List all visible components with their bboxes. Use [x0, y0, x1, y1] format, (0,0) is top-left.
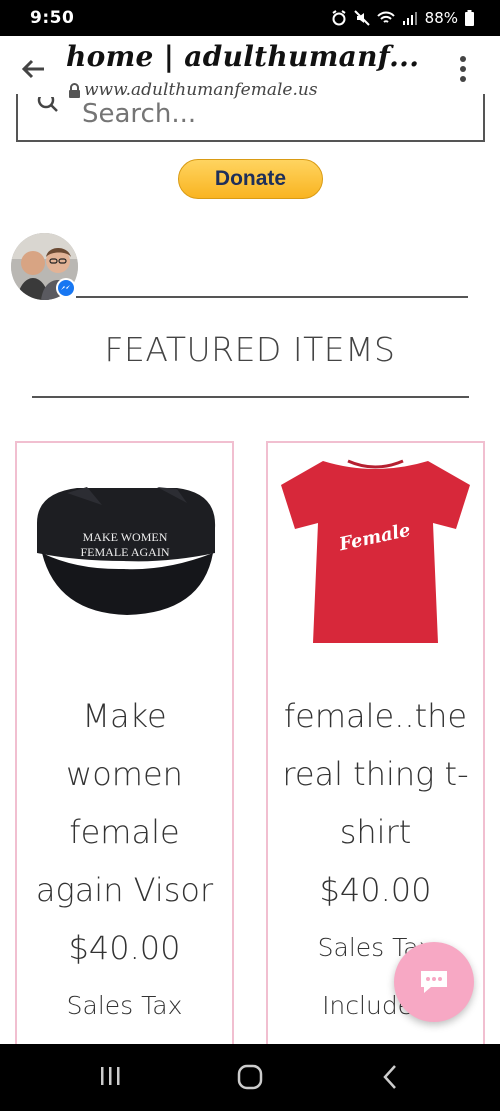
page-title[interactable]: home | adulthumanf...	[66, 40, 446, 73]
product-name[interactable]: Make women female again Visor	[36, 697, 213, 909]
more-options-icon[interactable]	[456, 54, 470, 84]
back-arrow-icon[interactable]	[20, 56, 46, 82]
product-card-visor[interactable]: MAKE WOMEN FEMALE AGAIN Make women femal…	[15, 441, 234, 1081]
chat-button[interactable]	[394, 942, 474, 1022]
product-price: $40.00	[319, 871, 432, 909]
alarm-icon	[332, 10, 346, 26]
search-input[interactable]	[82, 94, 462, 134]
visor-print-line-1: MAKE WOMEN	[83, 530, 168, 544]
status-bar: 9:50 88%	[0, 0, 500, 36]
product-image-visor[interactable]: MAKE WOMEN FEMALE AGAIN	[17, 443, 232, 653]
product-price: $40.00	[68, 929, 181, 967]
status-time: 9:50	[30, 8, 75, 28]
mute-icon	[353, 10, 370, 26]
messenger-icon	[56, 278, 76, 298]
recent-apps-icon[interactable]	[97, 1064, 123, 1088]
featured-heading: FEATURED ITEMS	[104, 330, 396, 369]
battery-icon	[465, 10, 474, 26]
wifi-icon	[376, 11, 395, 23]
search-icon[interactable]	[37, 97, 59, 119]
browser-toolbar: home | adulthumanf... www.adulthumanfema…	[0, 36, 500, 100]
system-nav-bar	[0, 1044, 500, 1111]
signal-icon	[402, 12, 417, 25]
divider	[76, 296, 468, 298]
divider	[32, 396, 469, 398]
back-icon[interactable]	[380, 1063, 400, 1091]
chat-icon	[421, 971, 447, 993]
product-info: Make women female again Visor $40.00 Sal…	[25, 687, 224, 1079]
search-box[interactable]	[16, 94, 485, 142]
product-name[interactable]: female..the real thing t-shirt	[282, 697, 468, 851]
donate-button[interactable]: Donate	[178, 159, 323, 199]
status-icons: 88%	[331, 9, 474, 27]
product-image-tshirt[interactable]: Female	[268, 443, 483, 653]
home-icon[interactable]	[237, 1064, 263, 1090]
battery-percent: 88%	[424, 9, 458, 27]
visor-print-line-2: FEMALE AGAIN	[81, 545, 170, 559]
